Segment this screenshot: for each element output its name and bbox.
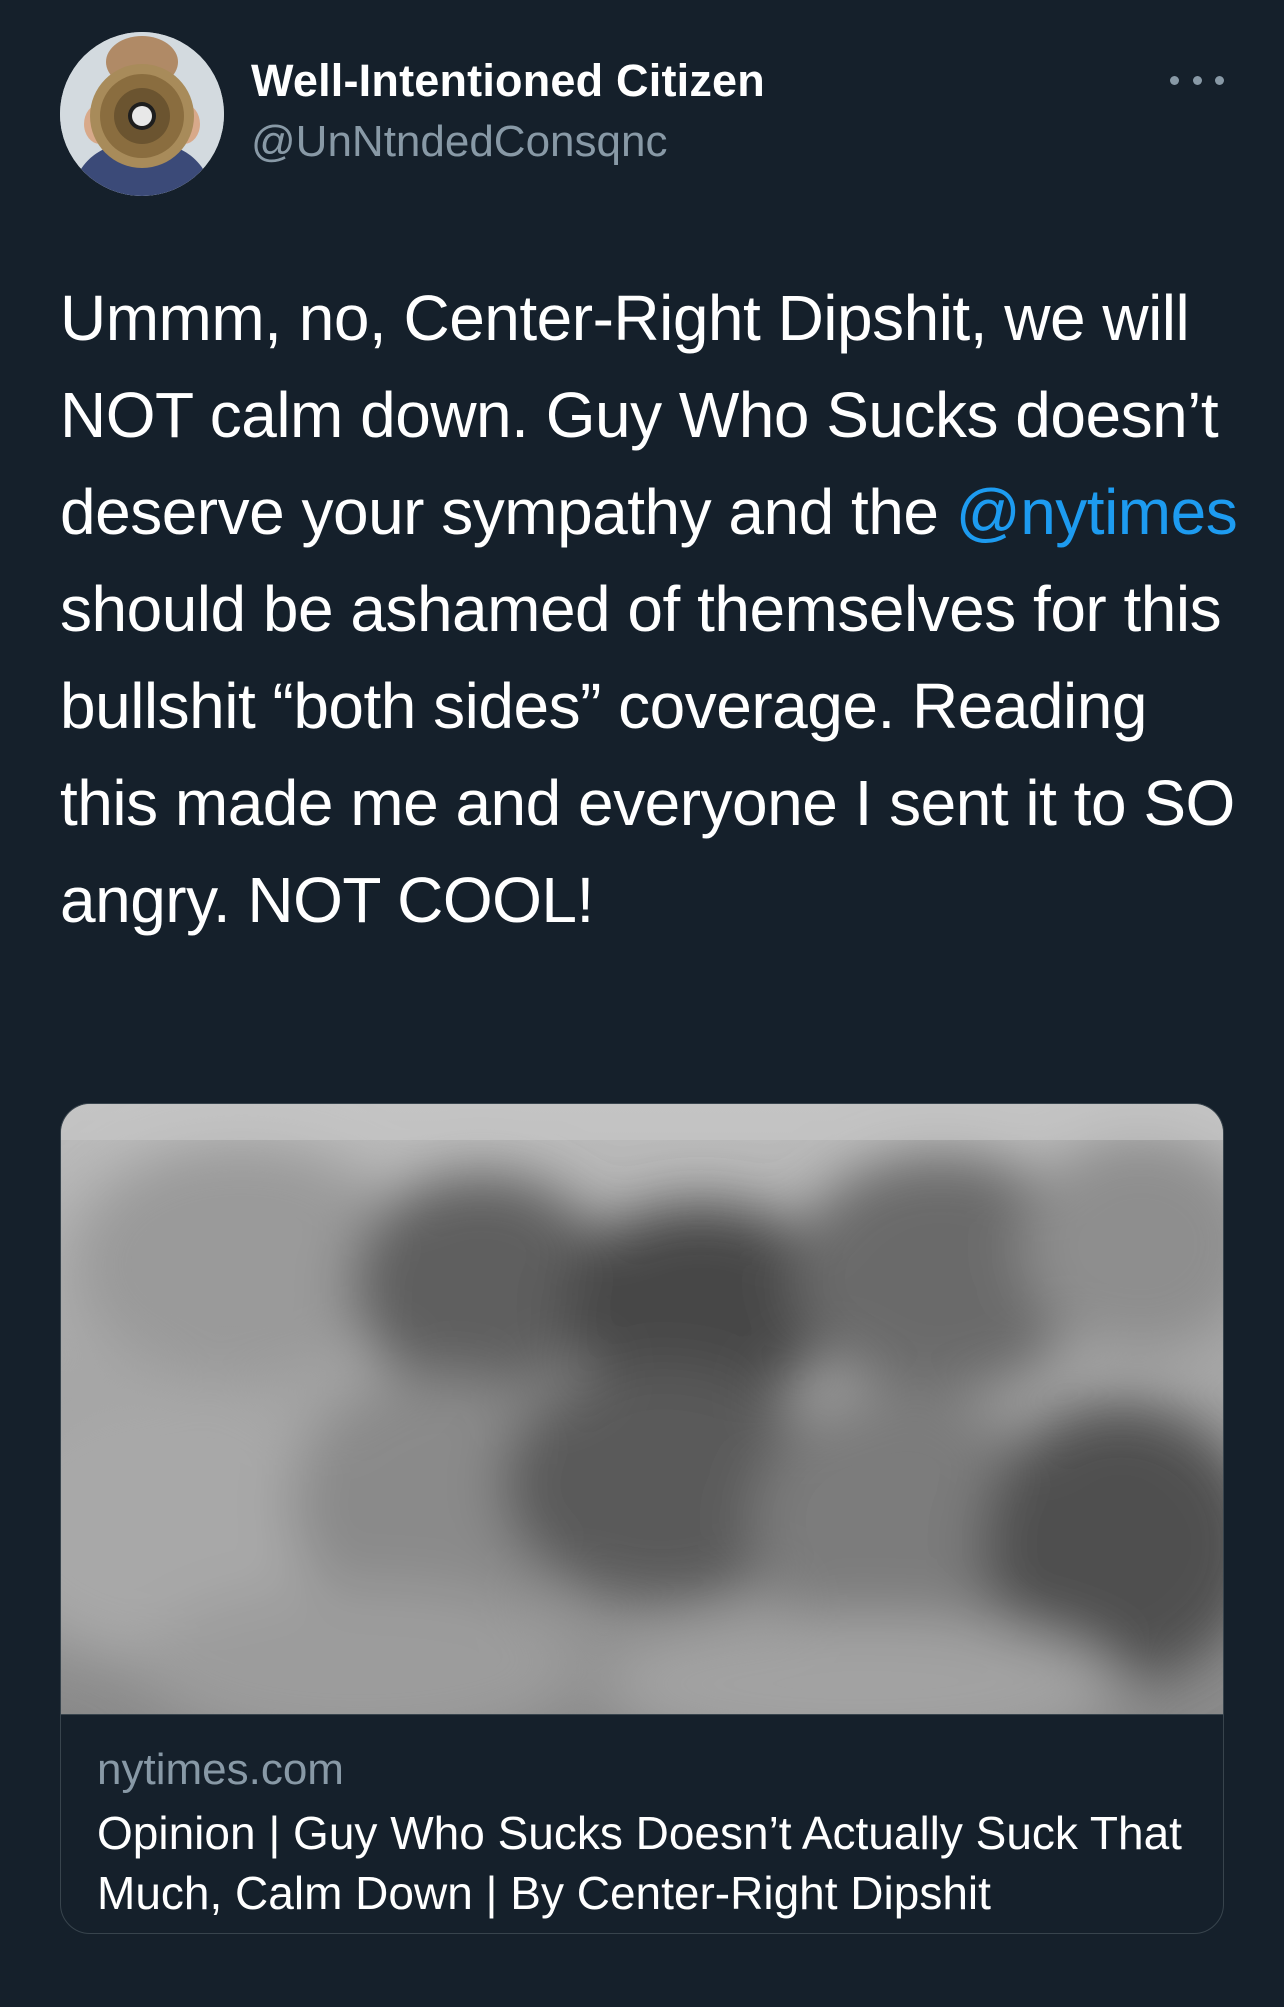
person-with-megaphone-icon [60, 32, 224, 196]
link-card-image [61, 1104, 1223, 1714]
avatar[interactable] [60, 32, 224, 196]
tweet-text: Ummm, no, Center-Right Dipshit, we will … [60, 270, 1240, 949]
tweet: Well-Intentioned Citizen @UnNtndedConsqn… [0, 0, 1284, 2007]
more-options-icon [1170, 75, 1179, 85]
link-card-meta: nytimes.com Opinion | Guy Who Sucks Does… [61, 1714, 1223, 1933]
link-card-title: Opinion | Guy Who Sucks Doesn’t Actually… [97, 1807, 1182, 1919]
author-display-name[interactable]: Well-Intentioned Citizen [251, 55, 765, 107]
link-card[interactable]: nytimes.com Opinion | Guy Who Sucks Does… [60, 1103, 1224, 1934]
blurred-image [61, 1104, 1223, 1714]
tweet-text-part: should be ashamed of themselves for this… [60, 573, 1235, 936]
more-options-button[interactable] [1170, 60, 1224, 100]
link-card-domain: nytimes.com [97, 1745, 344, 1794]
mention-link[interactable]: @nytimes [956, 476, 1238, 548]
more-options-icon [1192, 75, 1202, 85]
author-handle[interactable]: @UnNtndedConsqnc [251, 117, 667, 167]
more-options-icon [1215, 75, 1224, 85]
